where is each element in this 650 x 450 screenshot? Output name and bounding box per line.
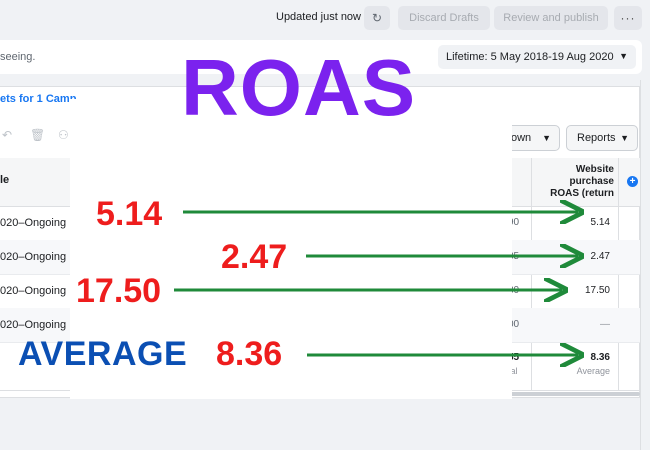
annotation-arrows <box>174 0 650 450</box>
